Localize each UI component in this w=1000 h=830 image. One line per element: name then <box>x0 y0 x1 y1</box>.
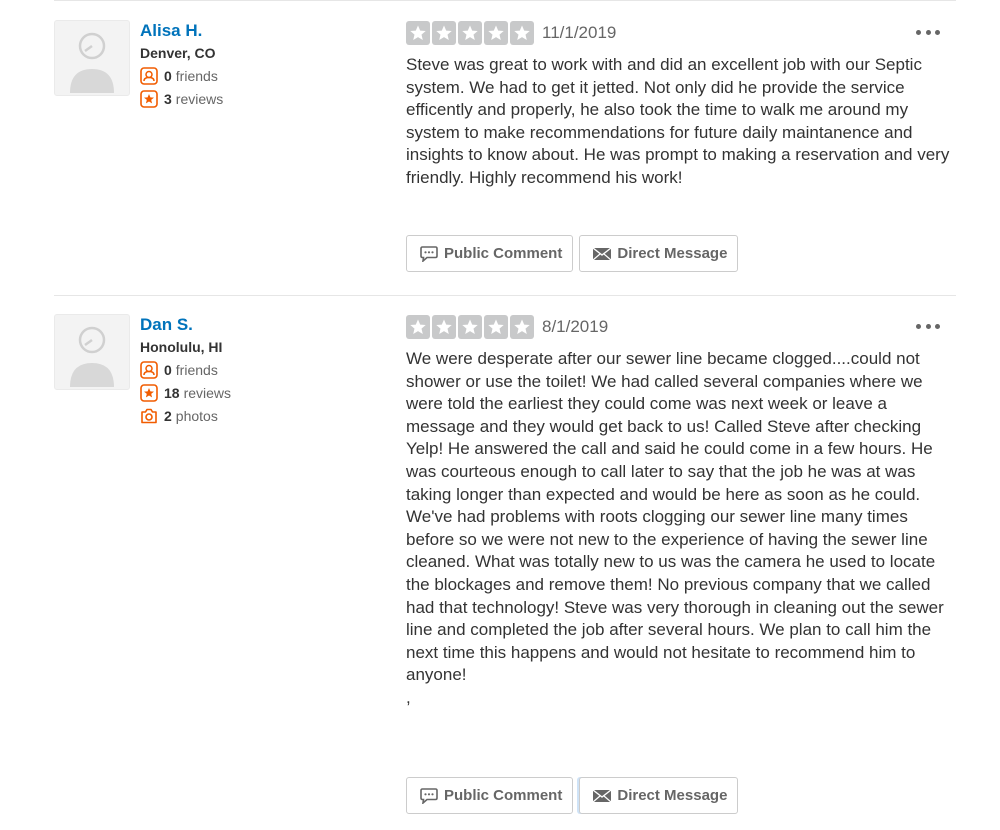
direct-message-label: Direct Message <box>617 245 728 262</box>
ellipsis-icon[interactable] <box>916 22 940 42</box>
top-divider <box>54 0 956 1</box>
reviews-count: 3 <box>164 91 172 107</box>
user-name-link[interactable]: Alisa H. <box>140 20 223 42</box>
review-text: Steve was great to work with and did an … <box>406 55 950 187</box>
speech-bubble-icon <box>420 787 438 804</box>
star-review-icon <box>140 90 158 108</box>
rating-row: 8/1/2019 <box>406 314 956 340</box>
user-friends-stat: 0 friends <box>140 361 231 379</box>
user-location: Denver, CO <box>140 45 216 61</box>
review-item: Alisa H. Denver, CO 0 friends 3 reviews <box>54 20 956 275</box>
direct-message-button[interactable]: Direct Message <box>579 235 739 272</box>
friends-label: friends <box>175 362 218 378</box>
user-avatar[interactable] <box>54 20 130 96</box>
public-comment-button[interactable]: Public Comment <box>406 235 574 272</box>
envelope-icon <box>592 246 612 260</box>
rating-row: 11/1/2019 <box>406 20 956 46</box>
review-date: 8/1/2019 <box>542 317 609 336</box>
star-icon <box>406 21 430 45</box>
photos-count: 2 <box>164 408 172 424</box>
user-photos-stat: 2 photos <box>140 407 231 425</box>
star-icon <box>484 315 508 339</box>
star-rating <box>406 315 536 339</box>
public-comment-label: Public Comment <box>444 787 563 804</box>
review-actions: Public Comment Direct Message <box>406 235 744 272</box>
friends-icon <box>140 67 158 85</box>
camera-icon <box>141 408 157 424</box>
photos-label: photos <box>175 408 218 424</box>
direct-message-button[interactable]: Direct Message <box>579 777 739 814</box>
default-user-avatar-icon <box>70 326 114 387</box>
user-reviews-stat: 18 reviews <box>140 384 231 402</box>
ellipsis-icon[interactable] <box>916 316 940 336</box>
star-icon <box>510 315 534 339</box>
star-review-icon <box>140 384 158 402</box>
star-icon <box>458 315 482 339</box>
friends-icon <box>140 361 158 379</box>
review-date: 11/1/2019 <box>542 23 617 42</box>
review-content: 11/1/2019 Steve was great to work with a… <box>406 20 956 190</box>
review-item: Dan S. Honolulu, HI 0 friends 18 reviews <box>54 314 956 824</box>
star-icon <box>406 315 430 339</box>
public-comment-button[interactable]: Public Comment <box>406 777 574 814</box>
reviews-label: reviews <box>183 385 232 401</box>
speech-bubble-icon <box>420 245 438 262</box>
star-icon <box>432 21 456 45</box>
review-divider <box>54 295 956 296</box>
public-comment-label: Public Comment <box>444 245 563 262</box>
reviews-count: 18 <box>164 385 180 401</box>
user-friends-stat: 0 friends <box>140 67 223 85</box>
star-icon <box>458 21 482 45</box>
review-actions: Public Comment Direct Message <box>406 777 744 814</box>
star-icon <box>510 21 534 45</box>
star-icon <box>432 315 456 339</box>
friends-count: 0 <box>164 68 172 84</box>
envelope-icon <box>592 788 612 802</box>
friends-label: friends <box>175 68 218 84</box>
user-reviews-stat: 3 reviews <box>140 90 223 108</box>
reviews-label: reviews <box>175 91 224 107</box>
user-name-link[interactable]: Dan S. <box>140 314 231 336</box>
star-icon <box>484 21 508 45</box>
user-avatar[interactable] <box>54 314 130 390</box>
user-info: Alisa H. Denver, CO 0 friends 3 reviews <box>140 20 223 108</box>
review-text: We were desperate after our sewer line b… <box>406 349 944 707</box>
direct-message-label: Direct Message <box>617 787 728 804</box>
user-location: Honolulu, HI <box>140 339 223 355</box>
friends-count: 0 <box>164 362 172 378</box>
default-user-avatar-icon <box>70 32 114 93</box>
user-info: Dan S. Honolulu, HI 0 friends 18 reviews <box>140 314 231 425</box>
review-content: 8/1/2019 We were desperate after our sew… <box>406 314 956 710</box>
star-rating <box>406 21 536 45</box>
